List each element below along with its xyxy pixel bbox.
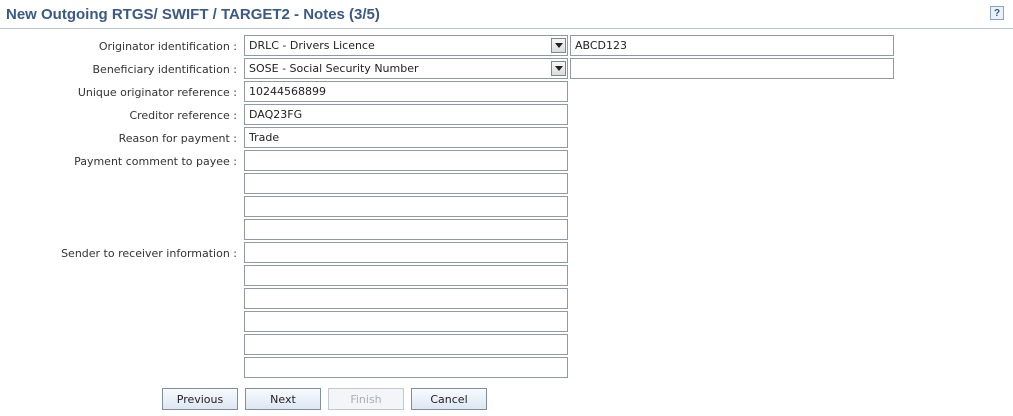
beneficiary-type-select[interactable]: SOSE - Social Security Number (244, 58, 568, 79)
title-divider (0, 28, 1013, 29)
sender-info-line-3[interactable] (244, 288, 568, 309)
finish-button: Finish (328, 388, 404, 410)
originator-type-value: DRLC - Drivers Licence (249, 39, 375, 52)
payment-comment-line-3[interactable] (244, 196, 568, 217)
page-title: New Outgoing RTGS/ SWIFT / TARGET2 - Not… (6, 6, 380, 23)
previous-button[interactable]: Previous (162, 388, 238, 410)
chevron-down-icon[interactable] (551, 61, 566, 76)
payment-comment-line-2[interactable] (244, 173, 568, 194)
cancel-button[interactable]: Cancel (411, 388, 487, 410)
sender-info-line-1[interactable] (244, 242, 568, 263)
payment-comment-label: Payment comment to payee : (74, 155, 237, 168)
reason-label: Reason for payment : (118, 132, 237, 145)
originator-value-input[interactable]: ABCD123 (570, 35, 894, 56)
beneficiary-id-label: Beneficiary identification : (92, 63, 238, 76)
payment-comment-line-4[interactable] (244, 219, 568, 240)
payment-comment-line-1[interactable] (244, 150, 568, 171)
originator-type-select[interactable]: DRLC - Drivers Licence (244, 35, 568, 56)
reason-input[interactable]: Trade (244, 127, 568, 148)
unique-ref-label: Unique originator reference : (77, 86, 237, 99)
beneficiary-value-input[interactable] (570, 58, 894, 79)
sender-info-label: Sender to receiver information : (61, 247, 237, 260)
sender-info-line-5[interactable] (244, 334, 568, 355)
next-button[interactable]: Next (245, 388, 321, 410)
help-button[interactable]: ? (990, 6, 1004, 20)
originator-id-label: Originator identification : (98, 40, 237, 53)
sender-info-line-4[interactable] (244, 311, 568, 332)
beneficiary-type-value: SOSE - Social Security Number (249, 62, 419, 75)
unique-ref-input[interactable]: 10244568899 (244, 81, 568, 102)
chevron-down-icon[interactable] (551, 38, 566, 53)
sender-info-line-2[interactable] (244, 265, 568, 286)
creditor-ref-input[interactable]: DAQ23FG (244, 104, 568, 125)
creditor-ref-label: Creditor reference : (129, 109, 237, 122)
sender-info-line-6[interactable] (244, 357, 568, 378)
